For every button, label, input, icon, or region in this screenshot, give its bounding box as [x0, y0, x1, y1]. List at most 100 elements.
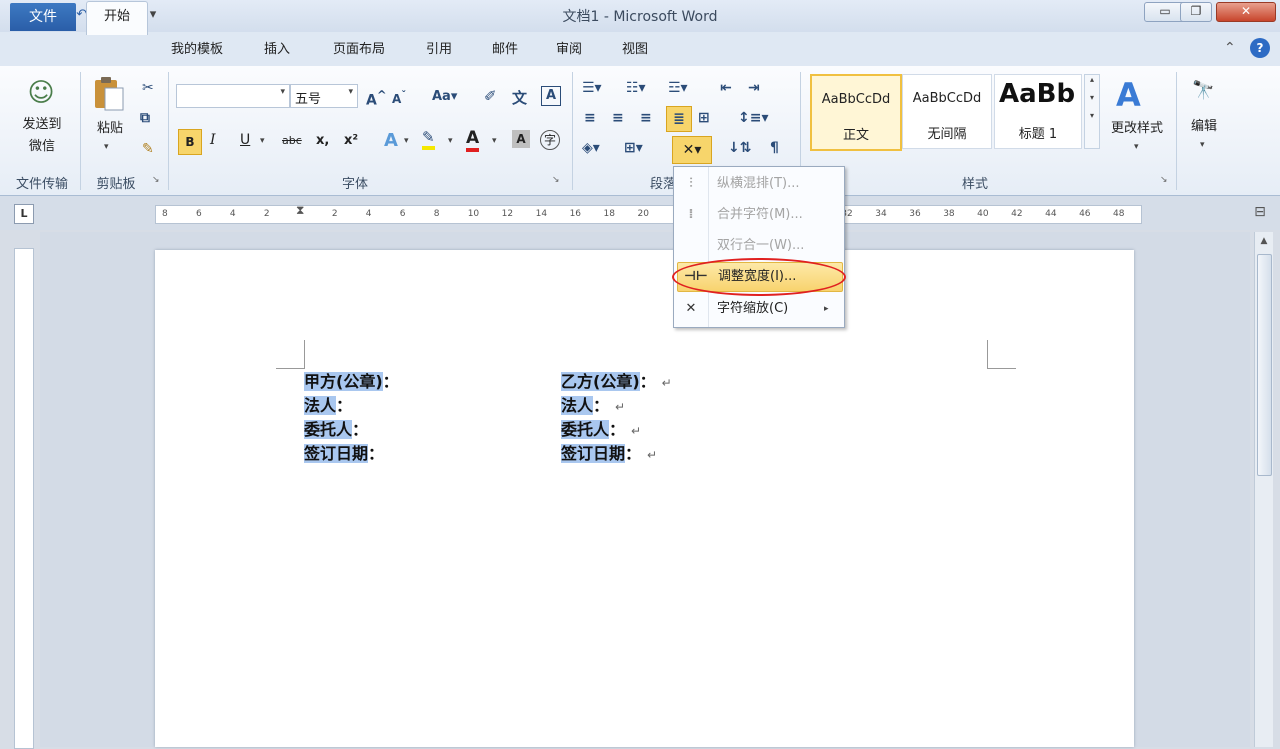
clipboard-launcher-icon[interactable]: ↘	[152, 175, 160, 185]
indent-marker-icon[interactable]: ⧗	[296, 203, 304, 218]
highlight-color-icon[interactable]: ✎	[422, 128, 435, 150]
styles-scroll[interactable]: ▴ ▾ ▾	[1084, 74, 1100, 149]
paste-button[interactable]: 粘贴	[88, 118, 132, 140]
italic-button[interactable]: I	[210, 132, 226, 148]
shrink-font-icon[interactable]: Aˇ	[392, 90, 406, 106]
menu-item-vertical-text[interactable]: ⫶ 纵横混排(T)...	[674, 169, 844, 199]
enclose-characters-icon[interactable]: 字	[540, 130, 560, 150]
style-no-spacing[interactable]: AaBbCcDd 无间隔	[902, 74, 992, 149]
menu-item-character-scaling[interactable]: ✕ 字符缩放(C) ▸	[674, 294, 844, 324]
selected-text[interactable]: 委托人	[561, 420, 610, 439]
tab-review[interactable]: 审阅	[544, 40, 594, 60]
underline-dropdown-icon[interactable]: ▾	[260, 136, 265, 146]
distributed-icon[interactable]: ⊞	[698, 110, 710, 126]
text-effects-dropdown-icon[interactable]: ▾	[404, 136, 409, 146]
font-name-box[interactable]: ▾	[176, 84, 290, 108]
grow-font-icon[interactable]: A^	[366, 88, 387, 109]
bold-button[interactable]: B	[178, 129, 202, 155]
editing-dropdown-icon[interactable]: ▾	[1200, 140, 1205, 150]
menu-item-combine-characters[interactable]: ⁞ 合并字符(M)...	[674, 200, 844, 230]
selected-text[interactable]: 乙方(公章)	[561, 372, 640, 391]
editing-button[interactable]: 编辑	[1182, 116, 1226, 138]
view-ruler-icon[interactable]: ⊟	[1250, 204, 1270, 226]
scroll-up-icon[interactable]: ▲	[1257, 236, 1271, 250]
align-left-icon[interactable]: ≡	[584, 110, 596, 126]
menu-item-two-lines-in-one[interactable]: 双行合一(W)...	[674, 231, 844, 261]
bullets-icon[interactable]: ☰▾	[582, 80, 602, 96]
close-button[interactable]: ✕	[1216, 2, 1276, 22]
vertical-ruler[interactable]	[14, 248, 34, 749]
chinese-layout-button[interactable]: ✕▾	[672, 136, 712, 164]
vertical-scrollbar[interactable]: ▲	[1254, 232, 1273, 747]
font-launcher-icon[interactable]: ↘	[552, 175, 560, 185]
text-effects-icon[interactable]: A	[384, 130, 398, 151]
tab-insert[interactable]: 插入	[252, 40, 302, 60]
tab-my-templates[interactable]: 我的模板	[160, 40, 234, 60]
right-signature-block: 乙方(公章)： ↵ 法人： ↵ 委托人： ↵ 签订日期： ↵	[561, 370, 672, 466]
tab-page-layout[interactable]: 页面布局	[322, 40, 396, 60]
tab-view[interactable]: 视图	[610, 40, 660, 60]
send-to-wechat-label-2[interactable]: 微信	[14, 138, 70, 156]
tab-mailings[interactable]: 邮件	[480, 40, 530, 60]
decrease-indent-icon[interactable]: ⇤	[720, 80, 732, 96]
font-color-dropdown-icon[interactable]: ▾	[492, 136, 497, 146]
copy-icon[interactable]: ⧉	[140, 110, 150, 126]
tab-home[interactable]: 开始	[86, 1, 148, 35]
font-size-box[interactable]: 五号 ▾	[290, 84, 358, 108]
clear-formatting-icon[interactable]: ✐	[484, 87, 497, 105]
collapse-ribbon-icon[interactable]: ⌃	[1224, 40, 1236, 56]
margin-corner-left	[276, 340, 305, 369]
restore-button[interactable]: ❐	[1180, 2, 1212, 22]
character-scaling-icon: ✕	[685, 301, 697, 316]
style-heading-1[interactable]: AaBb 标题 1	[994, 74, 1082, 149]
styles-launcher-icon[interactable]: ↘	[1160, 175, 1168, 185]
subscript-button[interactable]: x,	[316, 133, 329, 148]
paste-dropdown-icon[interactable]: ▾	[104, 142, 109, 152]
selected-text[interactable]: 法人	[304, 396, 337, 415]
underline-button[interactable]: U	[240, 132, 258, 148]
document-page[interactable]: 甲方(公章)： 法人： 委托人： 签订日期： 乙方(公章)： ↵ 法人： ↵ 委托人…	[155, 250, 1134, 747]
menu-item-adjust-width[interactable]: ⊣⊢ 调整宽度(I)...	[677, 262, 843, 292]
highlight-dropdown-icon[interactable]: ▾	[448, 136, 453, 146]
find-icon[interactable]: 🔭	[1192, 80, 1214, 101]
selected-text[interactable]: 甲方(公章)	[304, 372, 383, 391]
selected-text[interactable]: 签订日期	[304, 444, 369, 463]
font-color-icon[interactable]: A	[466, 128, 480, 152]
scroll-thumb[interactable]	[1257, 254, 1272, 476]
phonetic-guide-icon[interactable]: 文	[512, 87, 527, 108]
format-painter-icon[interactable]: ✎	[142, 141, 154, 157]
numbering-icon[interactable]: ☷▾	[626, 80, 646, 96]
character-shading-icon[interactable]: A	[512, 130, 530, 148]
character-border-icon[interactable]: A	[541, 86, 561, 106]
sort-icon[interactable]: ↓⇅	[728, 140, 751, 156]
align-right-icon[interactable]: ≡	[640, 110, 652, 126]
change-case-icon[interactable]: Aa▾	[432, 89, 457, 104]
help-icon[interactable]: ?	[1250, 38, 1270, 58]
shading-icon[interactable]: ◈▾	[582, 140, 600, 156]
show-marks-icon[interactable]: ¶	[770, 140, 779, 156]
line-spacing-icon[interactable]: ↕≡▾	[738, 110, 769, 126]
cut-icon[interactable]: ✂	[142, 80, 154, 96]
style-normal[interactable]: AaBbCcDd 正文	[810, 74, 902, 151]
tab-file[interactable]: 文件	[10, 3, 76, 31]
justify-button[interactable]: ≣	[666, 106, 692, 132]
borders-icon[interactable]: ⊞▾	[624, 140, 643, 156]
font-size-dropdown-icon[interactable]: ▾	[348, 87, 353, 97]
multilevel-list-icon[interactable]: ☲▾	[668, 80, 688, 96]
selected-text[interactable]: 签订日期	[561, 444, 626, 463]
tab-references[interactable]: 引用	[414, 40, 464, 60]
tab-selector-icon[interactable]: L	[14, 204, 34, 224]
change-styles-dropdown-icon[interactable]: ▾	[1134, 142, 1139, 152]
change-styles-icon[interactable]: A	[1116, 76, 1141, 114]
paste-icon[interactable]	[92, 76, 126, 112]
ruler-tick-label: 46	[1079, 209, 1091, 219]
change-styles-button[interactable]: 更改样式	[1104, 118, 1170, 140]
font-name-dropdown-icon[interactable]: ▾	[280, 87, 285, 97]
increase-indent-icon[interactable]: ⇥	[748, 80, 760, 96]
strikethrough-button[interactable]: abc	[282, 134, 302, 147]
selected-text[interactable]: 法人	[561, 396, 594, 415]
send-to-wechat-label-1[interactable]: 发送到	[14, 116, 70, 134]
selected-text[interactable]: 委托人	[304, 420, 353, 439]
superscript-button[interactable]: x²	[344, 133, 358, 148]
align-center-icon[interactable]: ≡	[612, 110, 624, 126]
